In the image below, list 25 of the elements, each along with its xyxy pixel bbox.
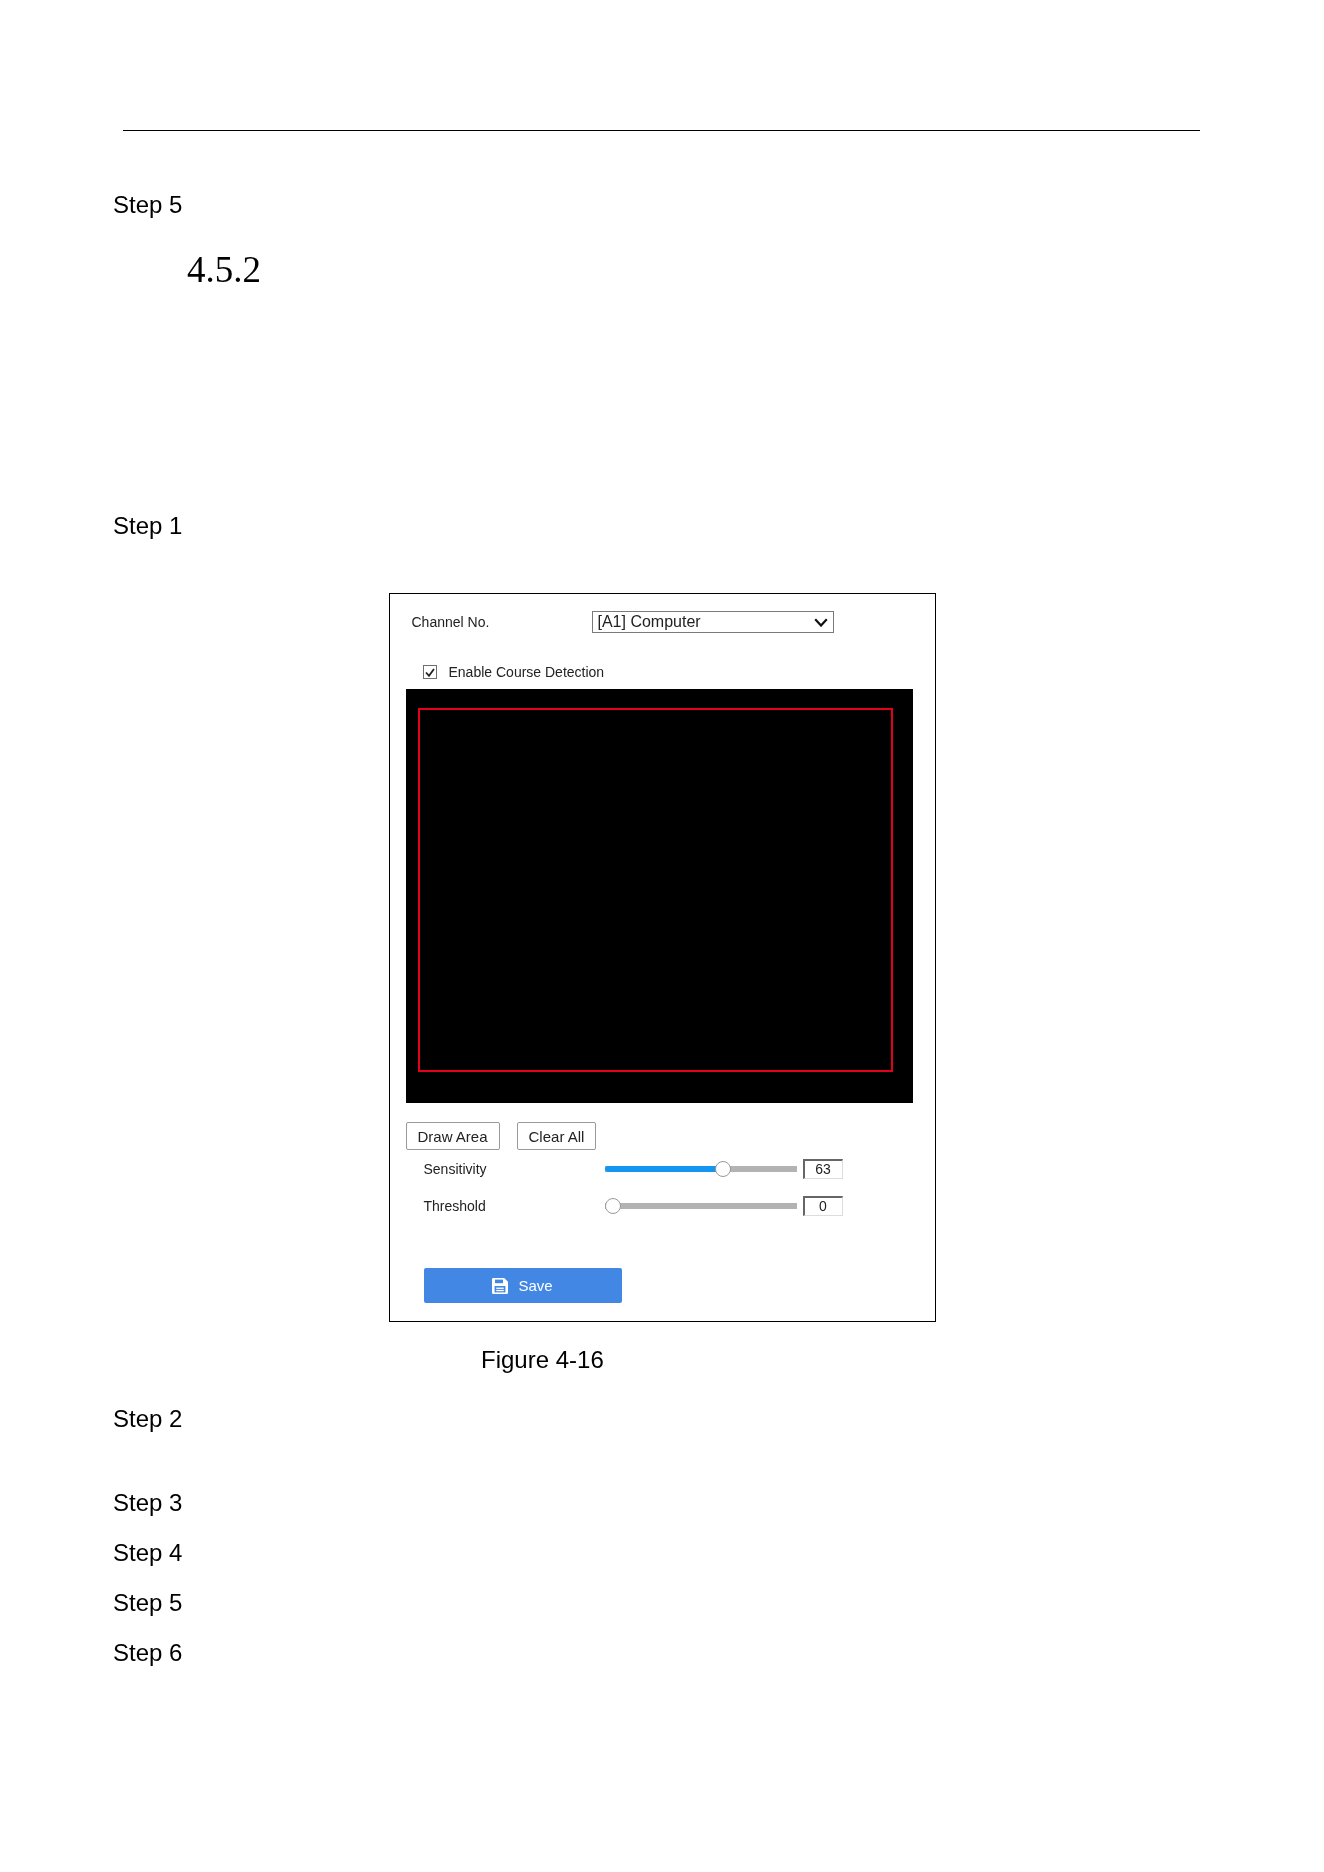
value-field[interactable]: 63 [802, 1159, 843, 1179]
slider-thumb[interactable] [715, 1161, 732, 1177]
step-label: Step 5 [113, 1588, 183, 1618]
step-label: Step 1 [113, 511, 183, 541]
clear-all-button[interactable]: Clear All [516, 1122, 597, 1150]
checkbox-label: Enable Course Detection [448, 664, 605, 680]
section-number: 4.5.2 [187, 248, 261, 292]
slider-thumb[interactable] [604, 1198, 621, 1214]
draw-area-button[interactable]: Draw Area [405, 1122, 500, 1150]
chevron-down-icon [813, 617, 828, 627]
slider-label: Threshold [423, 1198, 487, 1214]
checkbox[interactable] [422, 665, 437, 679]
value-field[interactable]: 0 [802, 1196, 843, 1216]
channel-label: Channel No. [411, 614, 491, 630]
channel-select[interactable]: [A1] Computer [591, 611, 834, 633]
checkmark-icon [424, 667, 435, 677]
step-label: Step 3 [113, 1488, 183, 1518]
step-label: Step 2 [113, 1404, 183, 1434]
step-label: Step 4 [113, 1538, 183, 1568]
figure-caption: Figure 4-16 [481, 1345, 604, 1375]
step-label: Step 6 [113, 1638, 183, 1668]
slider-label: Sensitivity [423, 1161, 488, 1177]
save-button[interactable]: Save [423, 1268, 622, 1303]
step-label: Step 5 [113, 190, 183, 220]
save-icon [492, 1277, 509, 1294]
